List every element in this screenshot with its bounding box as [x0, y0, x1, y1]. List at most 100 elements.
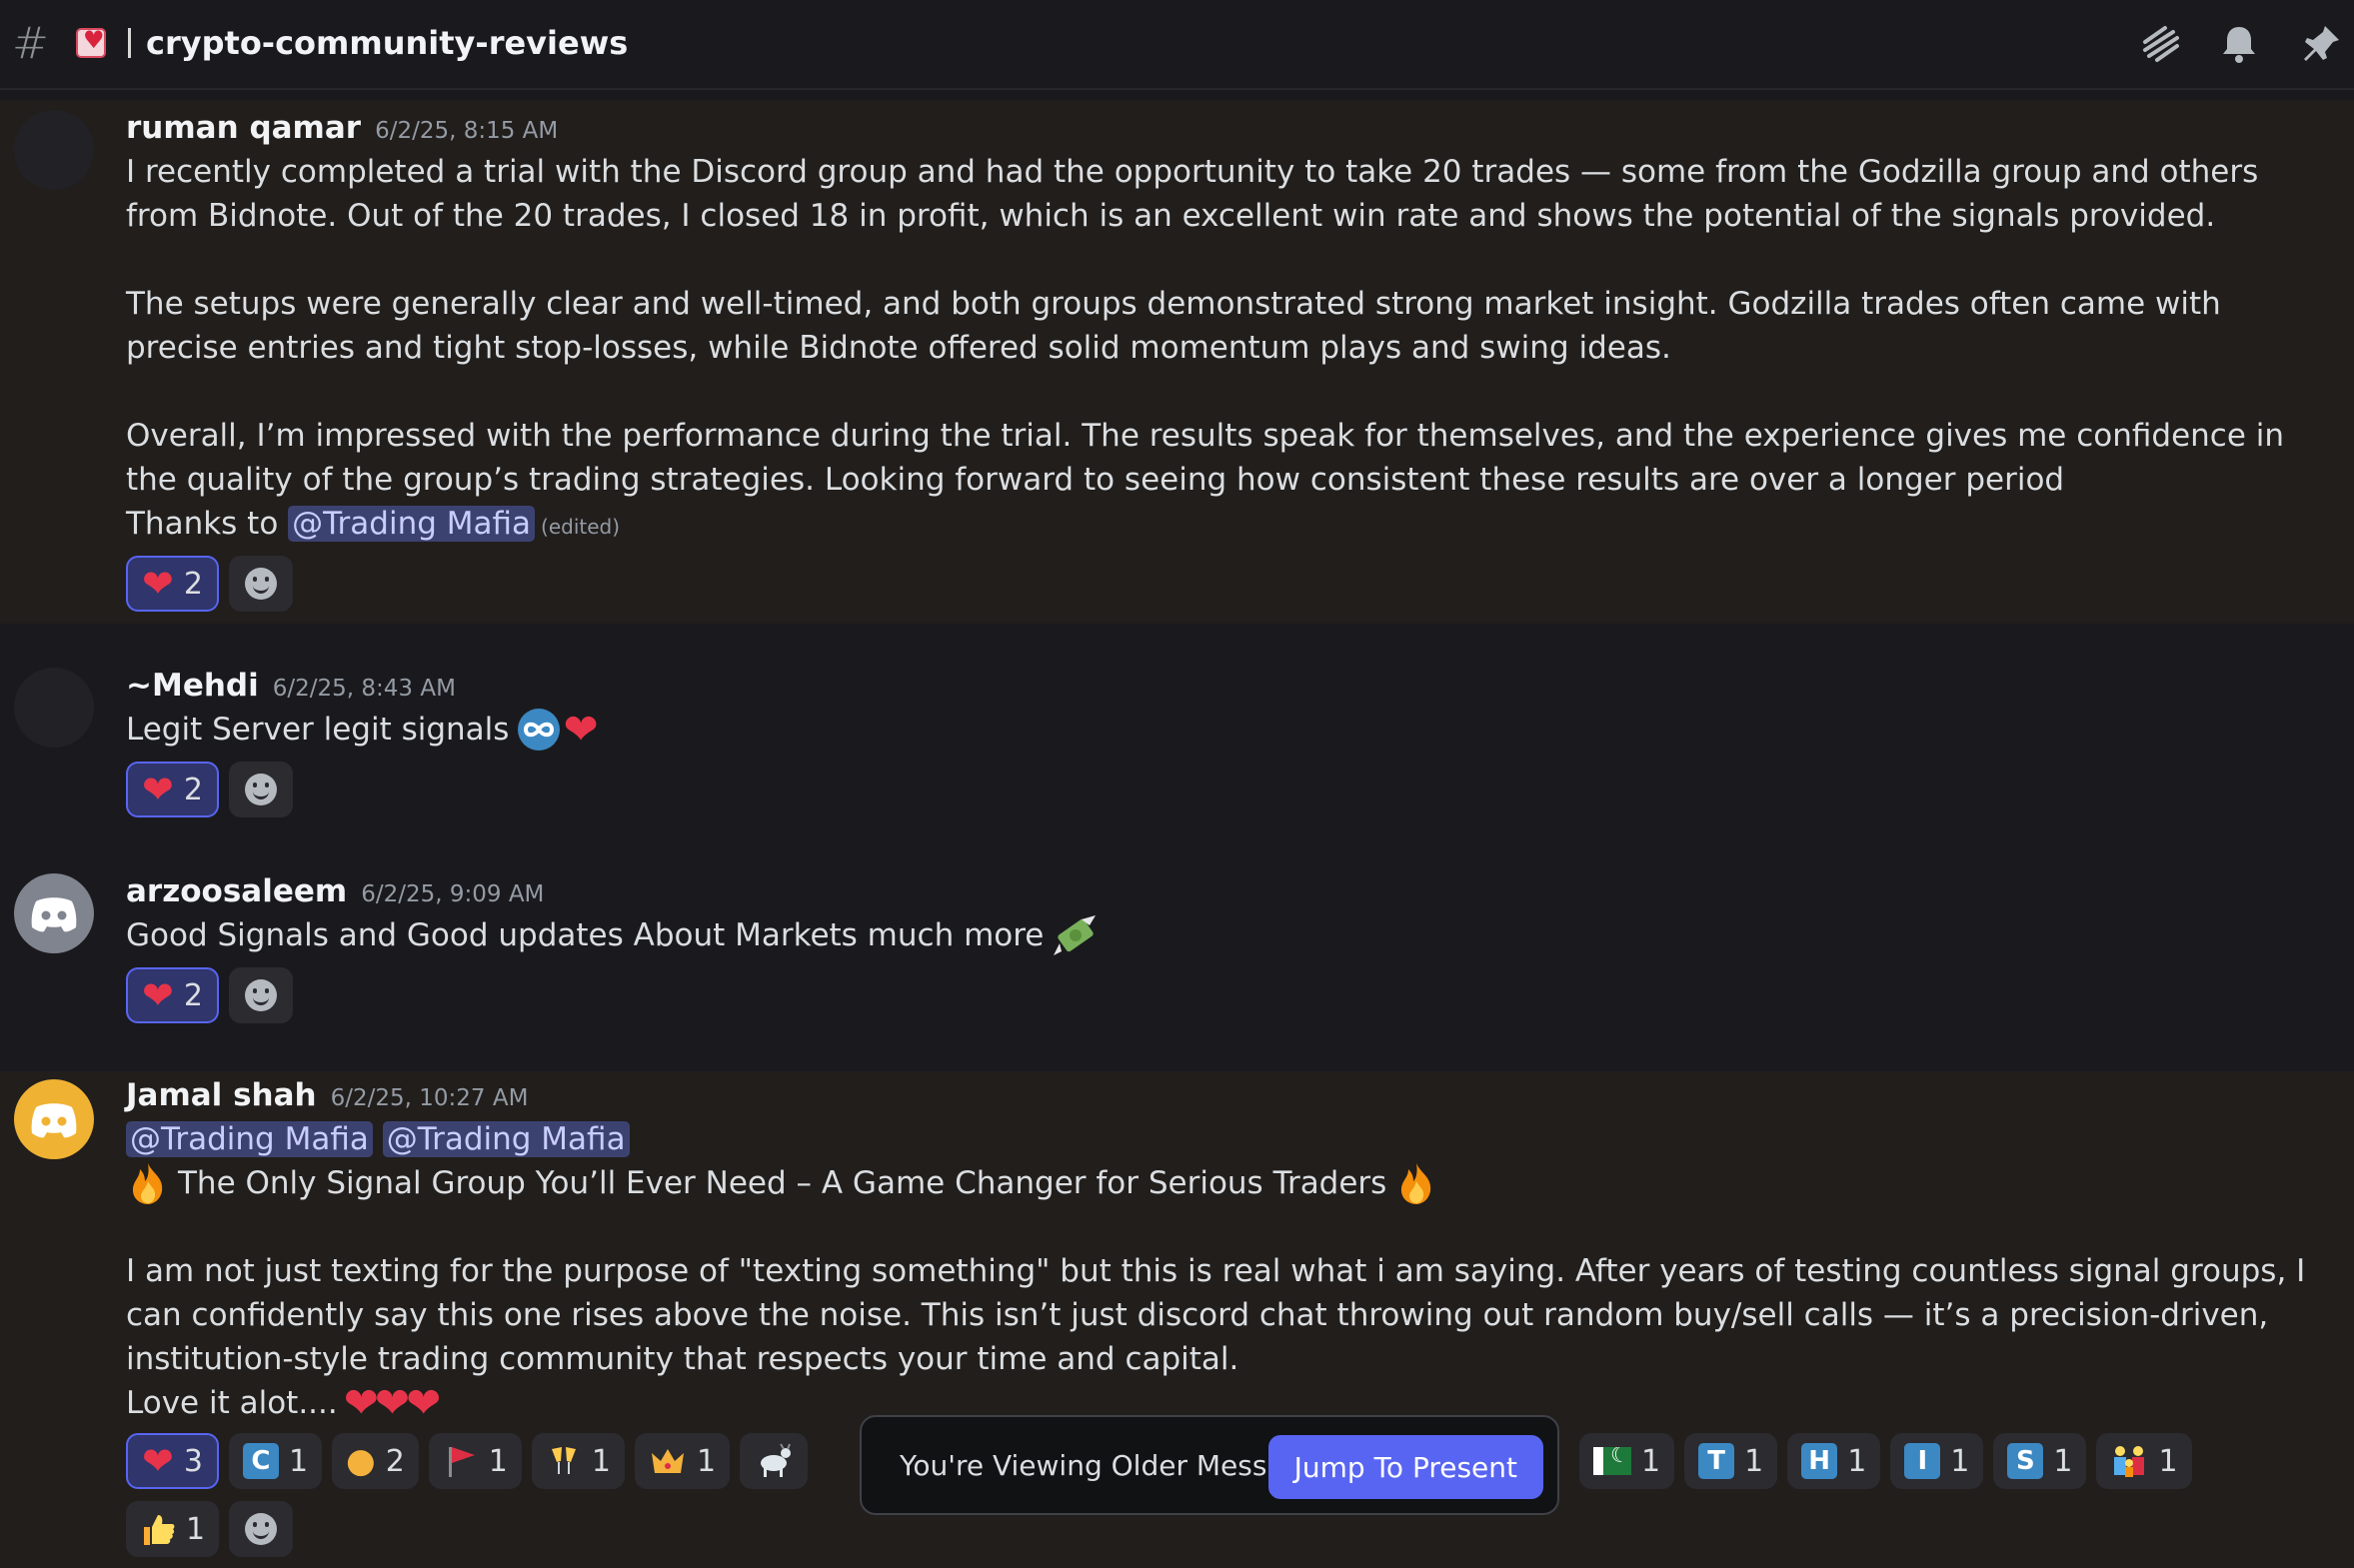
reaction-letter-h[interactable]: H1: [1787, 1433, 1881, 1489]
reaction-heart[interactable]: ❤ 2: [126, 556, 219, 612]
mention-trading-mafia[interactable]: @Trading Mafia: [126, 1121, 373, 1157]
reaction-thumbs-up[interactable]: 1: [126, 1501, 220, 1557]
reaction-family[interactable]: 1: [2096, 1433, 2192, 1489]
add-reaction-icon: [245, 1513, 278, 1545]
fire-icon: [132, 1163, 163, 1204]
crown-icon: [651, 1449, 684, 1473]
reaction-letter-i[interactable]: I1: [1890, 1433, 1984, 1489]
letter-i-icon: I: [1904, 1443, 1941, 1479]
reaction-count: 1: [1641, 1443, 1661, 1479]
fire-icon: [1401, 1163, 1431, 1204]
goat-icon: [761, 1443, 792, 1477]
timestamp: 6/2/25, 9:09 AM: [361, 881, 545, 907]
message-arzoosaleem: arzoosaleem 6/2/25, 9:09 AM Good Signals …: [0, 863, 2354, 1043]
reaction-goat[interactable]: [740, 1433, 809, 1489]
reaction-row: ❤ 2: [126, 556, 293, 612]
author-name[interactable]: arzoosaleem: [126, 873, 347, 909]
message-paragraph: I recently completed a trial with the Di…: [126, 154, 2269, 234]
heart-icon: ❤: [142, 973, 174, 1017]
reaction-count: 1: [1847, 1443, 1867, 1479]
avatar[interactable]: [14, 110, 94, 190]
message-text: Good Signals and Good updates About Mark…: [126, 917, 1045, 953]
heart-letter-icon: [76, 26, 106, 58]
reaction-money-bag[interactable]: ● 2: [332, 1433, 419, 1489]
timestamp: 6/2/25, 8:15 AM: [375, 118, 559, 144]
thanks-text: Thanks to: [126, 506, 289, 542]
channel-name: crypto-community-reviews: [146, 24, 629, 62]
reaction-row: ❤ 3 C1 ● 2 1 1 1: [126, 1433, 809, 1489]
reaction-letter-c[interactable]: C1: [228, 1433, 323, 1489]
avatar[interactable]: [14, 873, 94, 953]
avatar[interactable]: [14, 668, 94, 748]
reaction-heart[interactable]: ❤ 2: [126, 762, 219, 817]
reaction-row: 1: [126, 1501, 294, 1557]
reaction-row: 1 T1 H1 I1 S1 1: [1579, 1433, 2192, 1489]
reaction-count: 2: [183, 566, 203, 602]
reaction-count: 1: [186, 1511, 206, 1547]
mention-trading-mafia[interactable]: @Trading Mafia: [288, 506, 536, 542]
heart-icon: ❤: [142, 768, 174, 811]
discord-logo-icon: [31, 1103, 77, 1138]
threads-icon[interactable]: [2139, 22, 2183, 66]
letter-s-icon: S: [2007, 1443, 2044, 1479]
add-reaction-button[interactable]: [228, 762, 293, 817]
older-messages-banner: You're Viewing Older Messages Jump To Pr…: [860, 1415, 1559, 1515]
pakistan-flag-icon: [1593, 1447, 1631, 1475]
reaction-count: 1: [288, 1443, 309, 1479]
reaction-heart[interactable]: ❤ 2: [126, 967, 219, 1023]
reaction-count: 1: [2158, 1443, 2178, 1479]
reaction-heart[interactable]: ❤ 3: [126, 1433, 219, 1489]
reaction-letter-s[interactable]: S1: [1993, 1433, 2087, 1489]
bell-icon[interactable]: [2217, 22, 2261, 66]
letter-h-icon: H: [1801, 1443, 1838, 1479]
message-body: Thanks to @Trading Mafia (edited): [126, 502, 2340, 549]
reaction-crown[interactable]: 1: [634, 1433, 731, 1489]
message-paragraph: Overall, I’m impressed with the performa…: [126, 418, 2294, 498]
pin-icon[interactable]: [2299, 22, 2343, 66]
message-body: I am not just texting for the purpose of…: [126, 1249, 2340, 1381]
clinking-glasses-icon: [551, 1447, 576, 1474]
headline-text: The Only Signal Group You’ll Ever Need –…: [178, 1165, 1387, 1201]
author-line: ruman qamar 6/2/25, 8:15 AM: [126, 110, 558, 146]
message-text: Love it alot....: [126, 1385, 338, 1421]
author-name[interactable]: ruman qamar: [126, 110, 361, 146]
jump-to-present-button[interactable]: Jump To Present: [1267, 1435, 1543, 1499]
add-reaction-button[interactable]: [228, 967, 293, 1023]
infinity-icon: [518, 709, 561, 751]
reaction-pakistan-flag[interactable]: 1: [1579, 1433, 1675, 1489]
timestamp: 6/2/25, 8:43 AM: [272, 676, 456, 702]
red-flag-icon: [448, 1447, 475, 1477]
heart-icon: ❤: [563, 705, 599, 754]
letter-c-icon: C: [242, 1443, 279, 1479]
add-reaction-button[interactable]: [228, 556, 293, 612]
reaction-count: 1: [1744, 1443, 1764, 1479]
reaction-row: ❤ 2: [126, 762, 293, 817]
header-divider: [128, 28, 131, 58]
hearts-icon: ❤❤❤: [343, 1378, 442, 1427]
heart-icon: ❤: [142, 1439, 174, 1483]
heart-icon: ❤: [142, 562, 174, 606]
reaction-clinking-glasses[interactable]: 1: [531, 1433, 625, 1489]
reaction-count: 1: [1950, 1443, 1970, 1479]
thumbs-up-icon: [144, 1515, 175, 1545]
reaction-red-flag[interactable]: 1: [428, 1433, 522, 1489]
add-reaction-button[interactable]: [229, 1501, 294, 1557]
message-body: I recently completed a trial with the Di…: [126, 150, 2340, 238]
message-body: The Only Signal Group You’ll Ever Need –…: [126, 1161, 2340, 1205]
author-line: ~Mehdi 6/2/25, 8:43 AM: [126, 668, 456, 704]
channel-hash-icon: #: [12, 18, 49, 69]
reaction-letter-t[interactable]: T1: [1684, 1433, 1778, 1489]
mention-trading-mafia[interactable]: @Trading Mafia: [382, 1121, 630, 1157]
edited-label: (edited): [541, 515, 621, 539]
author-name[interactable]: Jamal shah: [126, 1077, 317, 1113]
avatar[interactable]: [14, 1079, 94, 1159]
reaction-count: 2: [183, 977, 203, 1013]
reaction-count: 1: [488, 1443, 508, 1479]
add-reaction-icon: [244, 979, 277, 1011]
message-body: The setups were generally clear and well…: [126, 282, 2340, 370]
message-body: @Trading Mafia @Trading Mafia: [126, 1117, 2340, 1161]
author-name[interactable]: ~Mehdi: [126, 668, 259, 704]
message-paragraph: The setups were generally clear and well…: [126, 286, 2231, 366]
reaction-row: ❤ 2: [126, 967, 293, 1023]
discord-logo-icon: [31, 897, 77, 932]
